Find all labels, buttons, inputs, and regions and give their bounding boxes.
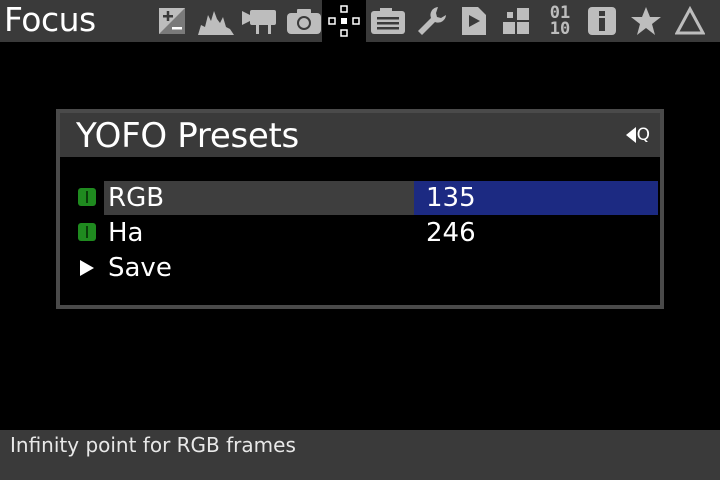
tab-setup[interactable] [410, 0, 454, 42]
wrench-icon [418, 7, 446, 35]
tab-info[interactable] [580, 0, 624, 42]
video-camera-icon [242, 10, 276, 34]
preset-row-rgb[interactable]: RGB 135 [60, 181, 660, 215]
status-lamp-icon [78, 188, 96, 206]
camera-icon [287, 9, 321, 34]
row-label: Ha [108, 218, 144, 248]
submenu-arrow-icon [80, 260, 94, 276]
status-bar: Infinity point for RGB frames [0, 430, 720, 480]
tab-card[interactable] [366, 0, 410, 42]
back-button[interactable]: Q [625, 125, 650, 145]
tab-focus[interactable] [322, 0, 366, 42]
page-title: Focus [4, 0, 96, 39]
status-lamp-icon [78, 223, 96, 241]
blocks-icon [503, 8, 529, 34]
back-arrow-icon [625, 127, 636, 143]
preset-row-save[interactable]: Save [60, 251, 660, 285]
tab-favorites[interactable] [624, 0, 668, 42]
star-icon [631, 7, 661, 35]
back-key-label: Q [636, 125, 650, 145]
binary-icon: 01 10 [549, 3, 571, 39]
triangle-icon [675, 6, 705, 35]
focus-crosshair-icon [328, 5, 360, 37]
memo-card-icon [371, 8, 405, 34]
tab-exposure[interactable] [150, 0, 194, 42]
tab-camera[interactable] [282, 0, 326, 42]
file-play-icon [462, 7, 486, 35]
row-label: RGB [108, 183, 165, 213]
histogram-icon [198, 11, 234, 35]
tab-scripts[interactable]: 01 10 [538, 0, 582, 42]
info-icon [588, 7, 616, 35]
exposure-compensation-icon [159, 8, 185, 34]
menu-tabs: 01 10 [150, 0, 720, 42]
tab-video[interactable] [238, 0, 282, 42]
presets-dialog: YOFO Presets Q RGB 135 Ha 246 Save [56, 109, 664, 309]
row-value[interactable]: 135 [426, 181, 476, 215]
tab-playback[interactable] [452, 0, 496, 42]
dialog-title: YOFO Presets [76, 116, 299, 156]
tab-custom[interactable] [494, 0, 538, 42]
row-value[interactable]: 246 [426, 216, 476, 250]
dialog-header: YOFO Presets Q [60, 113, 660, 157]
tab-histogram[interactable] [194, 0, 238, 42]
help-text: Infinity point for RGB frames [10, 433, 296, 457]
preset-row-ha[interactable]: Ha 246 [60, 216, 660, 250]
tab-modified[interactable] [668, 0, 712, 42]
top-bar: Focus 01 10 [0, 0, 720, 42]
row-label: Save [108, 253, 172, 283]
